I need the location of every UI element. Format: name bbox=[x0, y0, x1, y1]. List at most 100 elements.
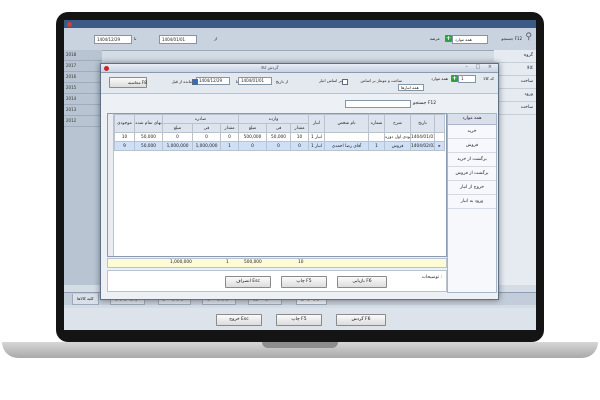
col-header: تاریخ bbox=[410, 114, 436, 133]
left-row: 2015 bbox=[64, 83, 102, 94]
col-header: نام شخص bbox=[324, 114, 370, 133]
cell-desc: موجودی اول دوره bbox=[384, 132, 412, 142]
inventory-button[interactable]: محاسبه F8 bbox=[109, 77, 147, 88]
search-icon[interactable]: ⚲ bbox=[525, 32, 532, 42]
cell-cost: 50,000 bbox=[134, 132, 163, 142]
table-row[interactable]: 9 50,000 1,000,000 1,000,000 1 0 0 0 انب… bbox=[114, 141, 446, 151]
total-out-qty: 1 bbox=[226, 260, 229, 265]
turnover-table: موجودی بهای تمام شده صادره وارده انبار ن… bbox=[114, 114, 446, 151]
col-header: فی bbox=[266, 123, 292, 133]
cell-balance: 9 bbox=[114, 141, 135, 151]
right-list: گروه کالا ساخت ورود ساخت bbox=[494, 50, 536, 285]
to-date-field[interactable]: 1404/12/29 bbox=[94, 35, 132, 44]
col-header-empty bbox=[434, 114, 446, 133]
from-label: از bbox=[214, 36, 218, 41]
movement-type-item[interactable]: برگشت از خرید bbox=[448, 153, 496, 167]
exit-button[interactable]: خروج Esc bbox=[216, 314, 262, 326]
bottom-buttons: خروج Esc چاپ F5 گردش F6 bbox=[64, 308, 536, 330]
window-controls[interactable]: – □ × bbox=[465, 64, 495, 70]
table-row[interactable]: 10 50,000 0 0 0 500,000 50,000 10 انبار … bbox=[114, 132, 446, 142]
cell-warehouse: انبار 1 bbox=[308, 141, 326, 151]
before-checkbox[interactable] bbox=[192, 79, 198, 85]
cell-number bbox=[368, 132, 386, 142]
tab-all-goods[interactable]: کلیه کالاها bbox=[72, 294, 99, 305]
notes-field[interactable]: توضیحات : bbox=[107, 270, 447, 292]
cell-cost: 50,000 bbox=[134, 141, 163, 151]
movement-type-item[interactable]: خرید bbox=[448, 125, 496, 139]
close-icon[interactable] bbox=[67, 21, 72, 27]
cell-in-amount: 500,000 bbox=[238, 132, 268, 142]
cell-in-qty: 10 bbox=[290, 132, 310, 142]
left-row: 2014 bbox=[64, 94, 102, 105]
notes-label: توضیحات : bbox=[421, 275, 442, 280]
right-list-item[interactable]: کالا bbox=[494, 63, 536, 76]
right-list-item[interactable]: گروه bbox=[494, 50, 536, 63]
from-date-field[interactable]: 1404/01/01 bbox=[238, 77, 272, 85]
movement-type-item[interactable]: فروش bbox=[448, 139, 496, 153]
laptop-notch bbox=[262, 342, 338, 348]
right-list-item[interactable]: ساخت bbox=[494, 102, 536, 115]
print-button[interactable]: چاپ F5 bbox=[281, 276, 327, 288]
print-button[interactable]: چاپ F5 bbox=[276, 314, 322, 326]
goods-code-label: کد کالا bbox=[483, 76, 494, 81]
movement-type-item[interactable]: ورود به انبار bbox=[448, 195, 496, 209]
right-list-item[interactable]: ورود bbox=[494, 89, 536, 102]
add-goods-icon[interactable]: + bbox=[451, 75, 458, 82]
movement-type-item[interactable]: خروج از انبار bbox=[448, 181, 496, 195]
cell-out-price: 0 bbox=[192, 132, 221, 142]
left-column: 2018 2017 2016 2015 2014 2013 2012 bbox=[64, 50, 102, 285]
col-header: مقدار bbox=[290, 123, 310, 133]
total-in-qty: 10 bbox=[298, 260, 304, 265]
to-date-field[interactable]: 1404/12/29 bbox=[196, 77, 230, 85]
movement-type-item[interactable]: برگشت از فروش bbox=[448, 167, 496, 181]
col-header: فی bbox=[192, 123, 221, 133]
search-input[interactable] bbox=[345, 100, 411, 108]
col-header: موجودی bbox=[114, 114, 135, 133]
col-header: مبلغ bbox=[238, 123, 268, 133]
col-header: شرح bbox=[384, 114, 412, 133]
row-checkbox[interactable] bbox=[434, 132, 446, 142]
right-list-item[interactable]: ساخت bbox=[494, 76, 536, 89]
report-button[interactable]: گردش F6 bbox=[336, 314, 386, 326]
cancel-button[interactable]: انصراف Esc bbox=[225, 276, 271, 288]
cell-out-qty: 1 bbox=[219, 141, 240, 151]
add-icon[interactable]: + bbox=[445, 35, 452, 42]
based-on-label: بر اساس انبار bbox=[318, 78, 342, 83]
total-in-amount: 500,000 bbox=[244, 260, 262, 265]
group-header-incoming: وارده bbox=[238, 114, 310, 124]
dialog-search[interactable]: جستجو F12 bbox=[345, 100, 445, 108]
col-header: مبلغ bbox=[162, 123, 193, 133]
screen: جستجو F12 ⚲ همه موارد عرضه + از 1404/01/… bbox=[64, 20, 536, 330]
left-row: 2018 bbox=[64, 50, 102, 61]
from-date-field[interactable]: 1404/01/01 bbox=[159, 35, 197, 44]
left-row: 2017 bbox=[64, 61, 102, 72]
cell-out-price: 1,000,000 bbox=[192, 141, 221, 151]
cell-warehouse: انبار 1 bbox=[308, 132, 326, 142]
cell-person bbox=[324, 132, 370, 142]
totals-row: 1,000,000 1 500,000 10 bbox=[107, 258, 447, 268]
row-pointer-icon[interactable]: ▸ bbox=[434, 141, 446, 151]
warehouse-select[interactable]: همه انبارها bbox=[398, 84, 424, 91]
col-header: مقدار bbox=[219, 123, 240, 133]
cell-out-amount: 0 bbox=[162, 132, 193, 142]
col-header: بهای تمام شده bbox=[134, 114, 163, 133]
group-header-outgoing: صادره bbox=[161, 114, 240, 124]
refresh-button[interactable]: بازیابی F6 bbox=[337, 276, 387, 288]
app-titlebar bbox=[64, 20, 536, 28]
dialog-titlebar: گردش کالا – □ × bbox=[101, 64, 498, 73]
cell-date: 1404/02/02 bbox=[410, 141, 436, 151]
category-select[interactable]: همه موارد bbox=[452, 35, 488, 44]
based-on-checkbox[interactable] bbox=[342, 79, 348, 85]
left-row: 2016 bbox=[64, 72, 102, 83]
cell-person: آقای رضا احمدی bbox=[324, 141, 370, 151]
col-header: شماره bbox=[368, 114, 386, 133]
turnover-grid: موجودی بهای تمام شده صادره وارده انبار ن… bbox=[107, 113, 447, 257]
cell-out-qty: 0 bbox=[219, 132, 240, 142]
search-label: جستجو F12 bbox=[501, 36, 522, 41]
movement-type-list: همه موارد خرید فروش برگشت از خرید برگشت … bbox=[447, 113, 497, 293]
show-label: ساخت و مونتاژ بر اساس bbox=[360, 78, 402, 83]
cell-in-price: 0 bbox=[266, 141, 292, 151]
left-row: 2012 bbox=[64, 116, 102, 127]
goods-code-field[interactable]: 1 bbox=[458, 75, 476, 83]
movement-type-header[interactable]: همه موارد bbox=[448, 114, 496, 125]
